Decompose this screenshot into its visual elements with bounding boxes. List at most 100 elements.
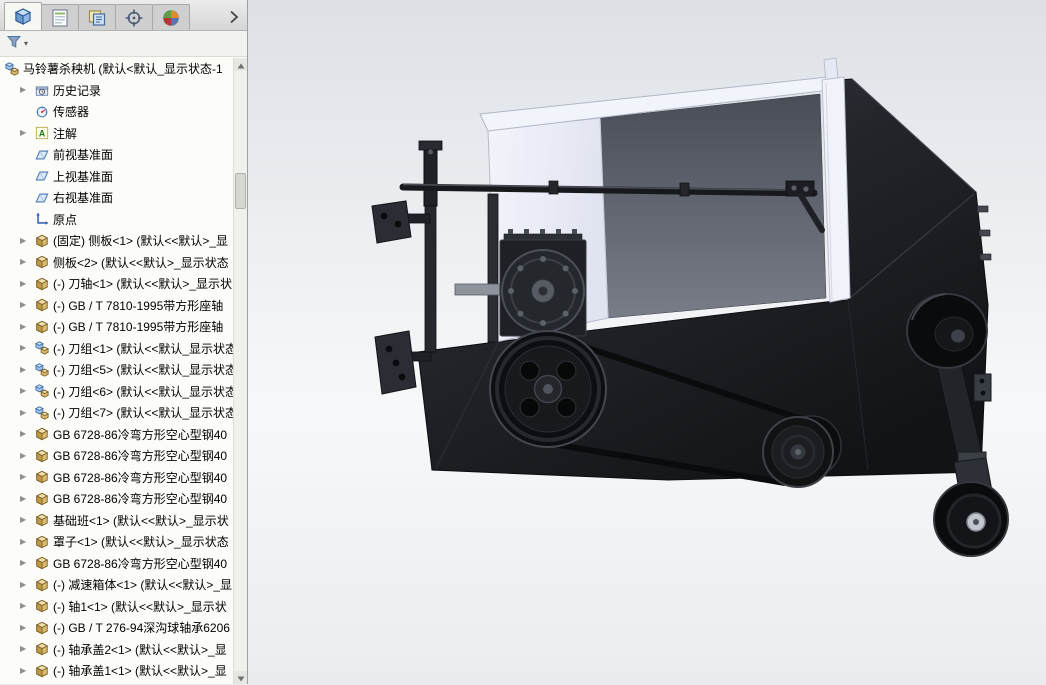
part-icon	[35, 277, 53, 291]
expand-arrow-icon[interactable]: ▶	[20, 623, 35, 632]
expand-arrow-icon[interactable]: ▶	[20, 344, 35, 352]
item-label: 罩子<1> (默认<<默认>_显示状态	[53, 535, 229, 550]
item-label: GB 6728-86冷弯方形空心型钢40	[53, 449, 228, 464]
tree-item[interactable]: ▶ (固定) 侧板<1> (默认<<默认>_显	[0, 230, 234, 252]
expand-arrow-icon[interactable]: ▶	[20, 645, 35, 653]
item-label: (-) 轴1<1> (默认<<默认>_显示状	[53, 599, 227, 614]
expand-arrow-icon[interactable]: ▶	[20, 387, 35, 395]
expand-arrow-icon[interactable]: ▶	[20, 451, 35, 460]
expand-arrow-icon[interactable]: ▶	[20, 129, 35, 137]
part-icon	[35, 320, 53, 334]
expand-arrow-icon[interactable]: ▶	[20, 365, 35, 374]
expand-arrow-icon[interactable]: ▶	[20, 236, 35, 245]
scrollbar-up-button[interactable]	[234, 58, 247, 71]
tab-configurationmanager[interactable]	[78, 4, 116, 30]
scrollbar-thumb[interactable]	[235, 173, 246, 209]
expand-arrow-icon[interactable]: ▶	[20, 322, 35, 331]
expand-arrow-icon[interactable]: ▶	[20, 602, 35, 610]
featuremanager-icon	[13, 7, 33, 27]
tree-item[interactable]: ▶ GB 6728-86冷弯方形空心型钢40	[0, 467, 234, 489]
tree-item[interactable]: ▶ GB 6728-86冷弯方形空心型钢40	[0, 488, 234, 510]
tree-item[interactable]: 原点	[0, 209, 234, 231]
tree-item[interactable]: ▶ (-) 刀组<5> (默认<<默认_显示状态	[0, 359, 234, 381]
expand-arrow-icon[interactable]: ▶	[20, 559, 35, 567]
drive-pulley-large[interactable]	[489, 330, 607, 448]
panel-expand-button[interactable]	[224, 6, 244, 30]
tree-item[interactable]: ▶ GB 6728-86冷弯方形空心型钢40	[0, 424, 234, 446]
expand-arrow-icon[interactable]: ▶	[20, 279, 35, 288]
tab-displaymanager[interactable]	[152, 4, 190, 30]
tree-item[interactable]: ▶ (-) GB / T 276-94深沟球轴承6206	[0, 617, 234, 639]
tree-item[interactable]: 上视基准面	[0, 166, 234, 188]
tree-item[interactable]: ▶ (-) GB / T 7810-1995带方形座轴	[0, 316, 234, 338]
part-icon	[35, 621, 53, 635]
tree-item[interactable]: 前视基准面	[0, 144, 234, 166]
item-label: 右视基准面	[53, 191, 114, 206]
tree-item[interactable]: ▶ (-) 减速箱体<1> (默认<<默认>_显	[0, 574, 234, 596]
tree-item[interactable]: ▶ (-) 刀组<6> (默认<<默认_显示状态	[0, 381, 234, 403]
tree-item-root[interactable]: 马铃薯杀秧机 (默认<默认_显示状态-1	[0, 58, 234, 80]
tree-item[interactable]: ▶ (-) 刀轴<1> (默认<<默认>_显示状	[0, 273, 234, 295]
tree-item[interactable]: ▶ 基础班<1> (默认<<默认>_显示状	[0, 510, 234, 532]
item-label: 马铃薯杀秧机 (默认<默认_显示状态-1	[23, 62, 223, 77]
item-label: 上视基准面	[53, 169, 114, 184]
item-label: GB 6728-86冷弯方形空心型钢40	[53, 556, 228, 571]
expand-arrow-icon[interactable]: ▶	[20, 494, 35, 503]
origin-icon	[35, 212, 53, 226]
tree-item[interactable]: ▶ 历史记录	[0, 80, 234, 102]
part-icon	[35, 578, 53, 592]
expand-arrow-icon[interactable]: ▶	[20, 408, 35, 417]
item-label: (-) 刀组<1> (默认<<默认_显示状态	[53, 341, 234, 356]
tree-item[interactable]: ▶ A 注解	[0, 123, 234, 145]
tree-filter-bar: ▾	[0, 31, 247, 57]
tree-item[interactable]: ▶ 罩子<1> (默认<<默认>_显示状态	[0, 531, 234, 553]
tree-item[interactable]: ▶ (-) GB / T 7810-1995带方形座轴	[0, 295, 234, 317]
assembly-icon	[35, 384, 53, 398]
filter-icon[interactable]	[6, 34, 22, 53]
featuremanager-panel: ▾ 马铃薯杀秧机 (默认<默认_显示状态-1 ▶ 历史记录传感器 ▶ A 注解 前视基准面上…	[0, 0, 248, 684]
graphics-viewport[interactable]	[248, 0, 1046, 684]
configurationmanager-icon	[87, 8, 107, 28]
scrollbar-down-button[interactable]	[234, 671, 247, 684]
expand-arrow-icon[interactable]: ▶	[20, 86, 35, 94]
tab-propertymanager[interactable]	[41, 4, 79, 30]
expand-arrow-icon[interactable]: ▶	[20, 301, 35, 309]
tree-item[interactable]: ▶ (-) 刀组<7> (默认<<默认_显示状态	[0, 402, 234, 424]
part-icon	[35, 470, 53, 484]
expand-arrow-icon[interactable]: ▶	[20, 537, 35, 546]
part-icon	[35, 234, 53, 248]
expand-arrow-icon[interactable]: ▶	[20, 258, 35, 266]
expand-arrow-icon[interactable]: ▶	[20, 516, 35, 524]
panel-tab-bar	[0, 0, 247, 31]
item-label: (-) 刀组<6> (默认<<默认_显示状态	[53, 384, 234, 399]
expand-arrow-icon[interactable]: ▶	[20, 666, 35, 675]
item-label: (-) 刀组<7> (默认<<默认_显示状态	[53, 406, 234, 421]
item-label: 传感器	[53, 105, 90, 120]
tree-item[interactable]: ▶ GB 6728-86冷弯方形空心型钢40	[0, 553, 234, 575]
plane-icon	[35, 148, 53, 162]
viewport-3d[interactable]	[248, 0, 1046, 684]
item-label: (-) 轴承盖1<1> (默认<<默认>_显	[53, 664, 227, 679]
tree-item[interactable]: ▶ (-) 轴承盖2<1> (默认<<默认>_显	[0, 639, 234, 661]
dimxpert-icon	[124, 8, 144, 28]
propertymanager-icon	[50, 8, 70, 28]
expand-arrow-icon[interactable]: ▶	[20, 473, 35, 481]
tree-item[interactable]: ▶ (-) 刀组<1> (默认<<默认_显示状态	[0, 338, 234, 360]
tree-item[interactable]: ▶ (-) 轴1<1> (默认<<默认>_显示状	[0, 596, 234, 618]
item-label: (-) GB / T 7810-1995带方形座轴	[53, 298, 224, 313]
tab-featuremanager[interactable]	[4, 2, 42, 30]
part-icon	[35, 492, 53, 506]
expand-arrow-icon[interactable]: ▶	[20, 430, 35, 438]
item-label: GB 6728-86冷弯方形空心型钢40	[53, 492, 228, 507]
filter-dropdown-caret[interactable]: ▾	[24, 39, 28, 48]
tree-item[interactable]: ▶ (-) 轴承盖1<1> (默认<<默认>_显	[0, 660, 234, 682]
tree-scrollbar[interactable]	[233, 58, 247, 684]
tree-item[interactable]: ▶ GB 6728-86冷弯方形空心型钢40	[0, 445, 234, 467]
tree-item[interactable]: 传感器	[0, 101, 234, 123]
tree-item[interactable]: 右视基准面	[0, 187, 234, 209]
arrow-up-icon	[237, 58, 245, 72]
item-label: 原点	[53, 212, 78, 227]
expand-arrow-icon[interactable]: ▶	[20, 580, 35, 589]
tree-item[interactable]: ▶ 侧板<2> (默认<<默认>_显示状态	[0, 252, 234, 274]
tab-dimxpertmanager[interactable]	[115, 4, 153, 30]
